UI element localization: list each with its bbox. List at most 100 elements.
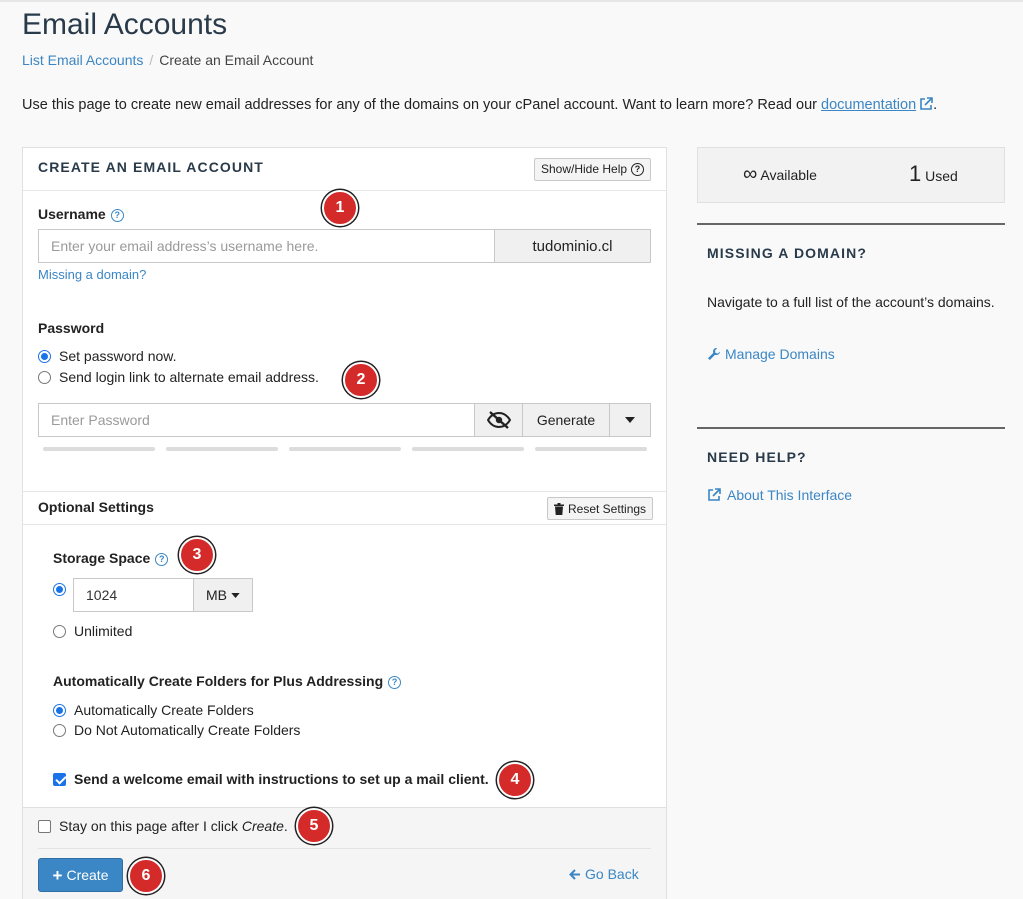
storage-unlimited-label: Unlimited: [74, 623, 133, 639]
breadcrumb-current: Create an Email Account: [159, 52, 314, 68]
password-option-send-link[interactable]: Send login link to alternate email addre…: [38, 369, 319, 385]
password-strength-segment: [166, 447, 278, 451]
welcome-email-checkbox-row[interactable]: Send a welcome email with instructions t…: [53, 771, 489, 787]
storage-quota-input[interactable]: 1024: [73, 578, 194, 612]
available-label: Available: [760, 167, 817, 183]
plus-no-create-option[interactable]: Do Not Automatically Create Folders: [53, 722, 300, 738]
create-button-label: Create: [66, 867, 109, 883]
radio-selected[interactable]: [53, 703, 66, 717]
need-help-title: NEED HELP?: [707, 449, 807, 465]
go-back-link[interactable]: Go Back: [569, 866, 639, 882]
password-strength-segment: [412, 447, 524, 451]
generate-options-dropdown[interactable]: [609, 403, 651, 437]
show-hide-help-button[interactable]: Show/Hide Help?: [534, 158, 652, 181]
welcome-email-label: Send a welcome email with instructions t…: [74, 771, 489, 787]
infinity-icon: ∞: [743, 163, 758, 185]
radio-unselected[interactable]: [53, 723, 66, 737]
used-stat: 1 Used: [909, 161, 958, 187]
missing-domain-text: Navigate to a full list of the account’s…: [707, 294, 995, 310]
footer-divider: [38, 848, 651, 849]
missing-domain-link[interactable]: Missing a domain?: [38, 267, 146, 282]
radio-unselected[interactable]: [38, 370, 51, 384]
show-hide-help-label: Show/Hide Help: [541, 162, 628, 176]
panel-title: CREATE AN EMAIL ACCOUNT: [38, 159, 264, 175]
domain-value: tudominio.cl: [532, 237, 613, 255]
reset-settings-button[interactable]: Reset Settings: [547, 497, 654, 520]
domain-addon: tudominio.cl: [494, 229, 651, 263]
radio-unselected[interactable]: [53, 624, 66, 638]
caret-down-icon: [231, 592, 240, 598]
toggle-password-visibility-button[interactable]: [474, 403, 523, 437]
intro-end: .: [933, 97, 938, 113]
annotation-badge-5: 5: [296, 808, 332, 844]
stay-on-page-label: Stay on this page after I click: [59, 818, 242, 834]
password-option-set-now[interactable]: Set password now.: [38, 348, 177, 364]
plus-auto-create-option[interactable]: Automatically Create Folders: [53, 702, 254, 718]
annotation-badge-6: 6: [128, 858, 164, 894]
plus-icon: +: [52, 865, 63, 885]
storage-unit-label: MB: [206, 587, 227, 603]
annotation-badge-3: 3: [179, 537, 215, 573]
about-interface-link[interactable]: About This Interface: [707, 487, 852, 503]
used-label: Used: [925, 168, 958, 184]
top-border: [0, 0, 1023, 2]
username-input[interactable]: Enter your email address’s username here…: [38, 229, 495, 263]
storage-limit-radio[interactable]: [53, 583, 66, 596]
go-back-label: Go Back: [585, 866, 639, 882]
password-placeholder: Enter Password: [51, 412, 150, 428]
question-icon: ?: [631, 163, 645, 176]
storage-quota-value: 1024: [86, 587, 118, 603]
wrench-icon: [708, 348, 720, 360]
storage-space-label: Storage Space?: [53, 550, 169, 566]
account-stats-panel: ∞ Available 1 Used: [697, 147, 1005, 203]
stay-on-page-suffix: .: [283, 818, 288, 834]
help-icon[interactable]: ?: [388, 676, 402, 689]
external-link-icon: [920, 97, 933, 110]
username-label: Username?: [38, 206, 124, 222]
eye-slash-icon: [486, 411, 511, 429]
intro-body: Use this page to create new email addres…: [22, 97, 817, 113]
generate-password-button[interactable]: Generate: [522, 403, 610, 437]
available-stat: ∞ Available: [743, 163, 817, 186]
password-label: Password: [38, 320, 105, 336]
password-option-set-now-label: Set password now.: [59, 348, 177, 364]
caret-down-icon: [625, 417, 635, 423]
radio-selected[interactable]: [38, 349, 51, 363]
intro-text: Use this page to create new email addres…: [22, 97, 937, 113]
checkbox-checked[interactable]: [53, 772, 66, 786]
password-option-send-link-label: Send login link to alternate email addre…: [59, 369, 319, 385]
storage-unlimited-option[interactable]: Unlimited: [53, 623, 132, 639]
breadcrumb-list-email-accounts[interactable]: List Email Accounts: [22, 52, 143, 68]
reset-settings-label: Reset Settings: [568, 501, 647, 516]
stay-on-page-checkbox-row[interactable]: Stay on this page after I click Create.: [38, 818, 288, 834]
page-title: Email Accounts: [22, 8, 228, 41]
checkbox-unchecked[interactable]: [38, 819, 51, 833]
password-strength-segment: [289, 447, 401, 451]
trash-icon: [554, 502, 564, 515]
sidebar-divider: [697, 223, 1005, 225]
plus-auto-create-label: Automatically Create Folders: [74, 702, 254, 718]
stay-on-page-emphasis: Create: [241, 818, 284, 834]
password-strength-segment: [535, 447, 647, 451]
breadcrumb: List Email Accounts / Create an Email Acco…: [22, 52, 313, 68]
plus-addressing-label: Automatically Create Folders for Plus Ad…: [53, 673, 402, 689]
external-link-icon: [708, 488, 721, 501]
section-divider: [23, 524, 666, 525]
manage-domains-link[interactable]: Manage Domains: [707, 346, 835, 362]
storage-space-label-text: Storage Space: [53, 550, 151, 566]
annotation-badge-4: 4: [497, 762, 533, 798]
username-label-text: Username: [38, 206, 106, 222]
password-input[interactable]: Enter Password: [38, 403, 475, 437]
create-button[interactable]: + Create: [38, 858, 123, 892]
documentation-link[interactable]: documentation: [821, 97, 916, 113]
storage-unit-dropdown[interactable]: MB: [193, 578, 253, 612]
about-interface-label: About This Interface: [727, 487, 853, 503]
username-placeholder: Enter your email address’s username here…: [51, 238, 319, 254]
help-icon[interactable]: ?: [110, 209, 124, 222]
manage-domains-label: Manage Domains: [725, 346, 835, 362]
section-divider: [23, 491, 666, 492]
missing-domain-title: MISSING A DOMAIN?: [707, 245, 867, 261]
generate-label: Generate: [536, 412, 596, 428]
help-icon[interactable]: ?: [155, 553, 169, 566]
arrow-left-icon: [569, 868, 580, 880]
